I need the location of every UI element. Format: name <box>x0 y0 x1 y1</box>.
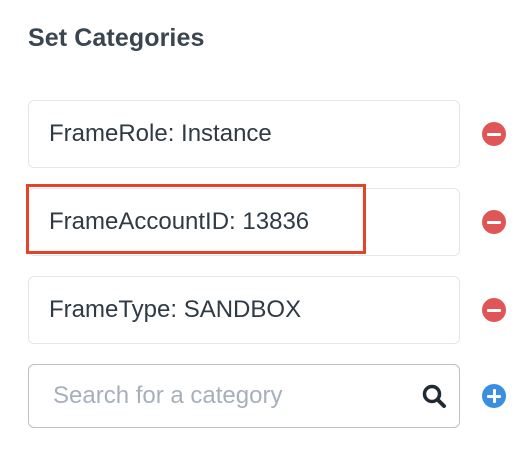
add-category-button[interactable] <box>482 384 506 408</box>
category-row: FrameRole: Instance <box>28 100 460 168</box>
category-row: FrameAccountID: 13836 <box>28 188 460 256</box>
category-field[interactable]: FrameType: SANDBOX <box>28 276 460 344</box>
category-row: FrameType: SANDBOX <box>28 276 460 344</box>
category-search-input[interactable] <box>29 365 409 427</box>
panel-title: Set Categories <box>28 24 205 52</box>
remove-category-button[interactable] <box>482 210 506 234</box>
category-field[interactable]: FrameRole: Instance <box>28 100 460 168</box>
remove-category-button[interactable] <box>482 122 506 146</box>
category-field[interactable]: FrameAccountID: 13836 <box>28 188 460 256</box>
category-search-box <box>28 364 460 428</box>
remove-category-button[interactable] <box>482 298 506 322</box>
search-icon[interactable] <box>421 383 447 409</box>
